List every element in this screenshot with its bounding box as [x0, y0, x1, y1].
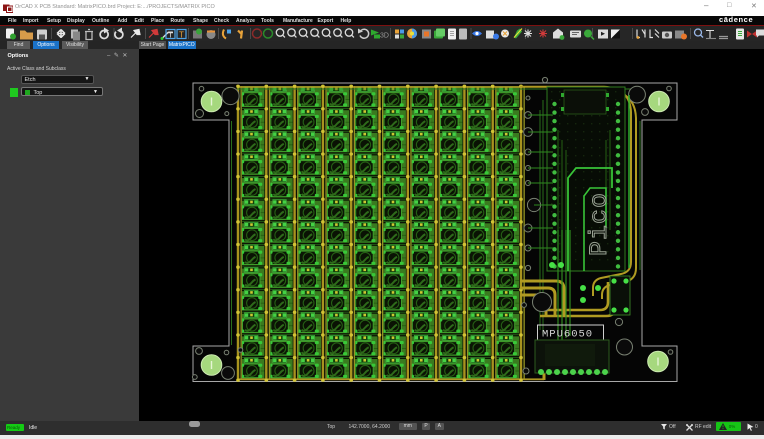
svg-text:T: T [168, 31, 173, 40]
svg-text:3D: 3D [380, 33, 389, 40]
svg-text:MPU6050: MPU6050 [542, 329, 593, 341]
svg-text:Pico: Pico [585, 192, 614, 256]
svg-text:T: T [179, 31, 184, 40]
